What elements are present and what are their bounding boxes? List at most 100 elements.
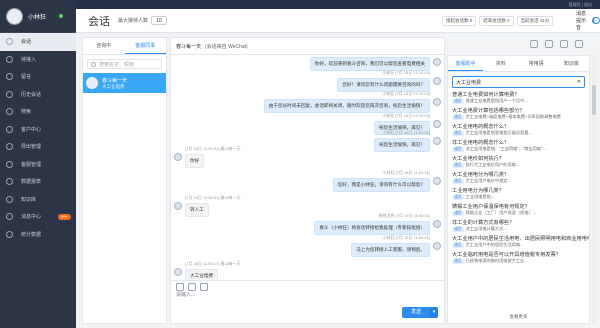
send-button[interactable]: 发送 xyxy=(402,307,430,318)
knowledge-item[interactable]: 大工业用电的概念什么？ 通用 大工业用电是指受电变压器总容量... xyxy=(452,123,585,136)
user-name: 小林狂 xyxy=(28,14,47,21)
message-meta: [7月 18日 11:55:17] 春斗每一天 xyxy=(185,261,241,266)
knowledge-item[interactable]: 普通工业电费如何计算电费？ 通用 普通工业电费是指用户一个月中... xyxy=(452,91,585,104)
contact-item[interactable]: 春斗每一天 大工业电费 xyxy=(83,73,166,93)
message-input[interactable]: 请输入... xyxy=(176,291,195,298)
send-options-chevron-icon[interactable]: ▾ xyxy=(430,307,438,318)
flag-icon[interactable] xyxy=(560,40,568,48)
message-bubble: 春斗（小林狂）将会话转接给我处理（专家技能组） xyxy=(314,221,430,235)
message-meta: 小林狂 [7月 18日 21:10:04] xyxy=(382,91,430,96)
knowledge-question: 大工业电价如何执行？ xyxy=(452,156,504,162)
message-meta: 小林狂 [7月 18日 11:54:31] xyxy=(382,130,430,135)
message-meta: 小林狂 [7月 18日 21:10:04] xyxy=(382,70,430,75)
knowledge-item[interactable]: 大工业用户中的居民生活用电、出居民照明用电和商业用电电价如何计算？通用大工业用户… xyxy=(452,235,589,248)
view-more-link[interactable]: 查看更多 xyxy=(448,314,589,320)
sidebar-item-6[interactable]: 导出管理 xyxy=(0,138,76,156)
knowledge-answer-text: 非工业用电是指：“工业用电”、“商业用电”... xyxy=(465,146,546,151)
topbar-links[interactable]: 管理员 | 退出 xyxy=(569,2,592,7)
knowledge-answer: 通用 大工业电费=电度电费+基本电费+功率因数调整电费 xyxy=(452,114,585,120)
message-avatar xyxy=(433,242,441,250)
tab-in-consultation[interactable]: 咨询中 xyxy=(83,38,125,54)
tab-info[interactable]: 资料 xyxy=(483,56,518,71)
emoji-icon[interactable] xyxy=(176,283,184,291)
sidebar-item-10[interactable]: 消息中心 99+ xyxy=(0,208,76,226)
sidebar-item-3[interactable]: 历史会话 xyxy=(0,86,76,104)
chat-action-toolbar xyxy=(530,40,583,48)
knowledge-item[interactable]: 非工业用电的概念什么？ 通用 非工业用电是指：“工业用电”、“商业用电”... xyxy=(452,139,585,152)
sidebar: 小林狂 会话 待接入 留言 历史会话 搜索 客户中心 导出管理 客服管理 数据报表 知识库 消息中心… xyxy=(0,0,76,328)
message-meta: 系统消息 [7月 18日 11:54:31] xyxy=(378,213,430,218)
sidebar-item-9[interactable]: 知识库 xyxy=(0,191,76,209)
knowledge-answer: 通用 已经装电表的临时用电按大工业... xyxy=(452,258,585,264)
message-avatar xyxy=(433,77,441,85)
attachment-icon[interactable] xyxy=(200,283,208,291)
sidebar-item-label: 历史会话 xyxy=(21,91,42,98)
sidebar-item-5[interactable]: 客户中心 xyxy=(0,121,76,139)
notice-sound-toggle[interactable] xyxy=(592,17,600,24)
max-sessions-select[interactable]: 10 xyxy=(151,16,168,25)
chat-title: 春斗每一天 xyxy=(176,43,202,50)
knowledge-item[interactable]: 大工业用电分为哪几类？ 通用 大工业用户电价中规定... xyxy=(452,171,585,184)
transfer-icon[interactable] xyxy=(530,40,538,48)
sidebar-item-7[interactable]: 客服管理 xyxy=(0,156,76,174)
sidebar-item-label: 消息中心 xyxy=(21,214,42,221)
sidebar-item-4[interactable]: 搜索 xyxy=(0,103,76,121)
knowledge-item[interactable]: 工业用电分为哪几类？ 通用 工业用电是指... xyxy=(452,187,585,200)
knowledge-tag: 通用 xyxy=(452,243,464,248)
knowledge-answer: 通用 非工业用电计算方式... xyxy=(452,226,585,232)
message-meta: 小林狂 [7月 18日 21:10:04] xyxy=(382,113,430,118)
knowledge-item[interactable]: 大工业电价如何执行？ 通用 执行大工业电价用户的用电... xyxy=(452,155,585,168)
message: 小林狂 [7月 18日 11:54:31] 您好，我是小林狂，请问有什么可以帮您？ xyxy=(332,170,430,193)
knowledge-search[interactable]: 大工业电费 ✕ xyxy=(452,76,585,88)
knowledge-tag: 通用 xyxy=(452,115,464,120)
knowledge-item[interactable]: 非工业的计算方式有哪些？ 通用 非工业用电计算方式... xyxy=(452,219,585,232)
message: [7月 18日 11:55:17] 春斗每一天 大工业电费 xyxy=(185,261,241,280)
top-bar: 管理员 | 退出 xyxy=(76,0,600,9)
image-icon[interactable] xyxy=(188,283,196,291)
page-header: 会话 最大接待人数 10 接起会话数 0 结束会话数 0 当前会话 41分 消息… xyxy=(76,9,600,33)
knowledge-answer-text: 执行大工业电价用户的用电... xyxy=(465,162,520,167)
stat-received: 接起会话数 0 xyxy=(442,15,477,26)
sidebar-item-11[interactable]: 统计数据 xyxy=(0,226,76,244)
user-profile[interactable]: 小林狂 xyxy=(0,0,76,33)
close-session-icon[interactable] xyxy=(575,40,583,48)
sidebar-item-label: 会话 xyxy=(21,39,32,46)
tab-knowledge[interactable]: 知识库 xyxy=(554,56,589,71)
knowledge-question: 非工业的计算方式有哪些？ xyxy=(452,220,515,226)
knowledge-item[interactable]: 大工业电费计算包括哪些部分？ 通用 大工业电费=电度电费+基本电费+功率因数调整电费 xyxy=(452,107,585,120)
message-meta: [7月 18日 11:54:31] 春斗每一天 xyxy=(185,195,241,200)
sidebar-item-2[interactable]: 留言 xyxy=(0,68,76,86)
knowledge-answer-text: 大工业电费=电度电费+基本电费+功率因数调整电费 xyxy=(465,114,561,119)
message-bubble: 你好，欢迎来到春斗咨询，我们可以帮您查看电费相关 xyxy=(309,57,430,71)
scrollbar-thumb[interactable] xyxy=(592,85,596,115)
knowledge-search-input[interactable]: 大工业电费 xyxy=(456,79,481,86)
unread-badge: 99+ xyxy=(58,213,71,220)
knowledge-tag: 通用 xyxy=(452,147,464,152)
session-stats: 接起会话数 0 结束会话数 0 当前会话 41分 xyxy=(442,15,554,26)
sidebar-item-1[interactable]: 待接入 xyxy=(0,51,76,69)
message-list[interactable]: 你好，欢迎来到春斗咨询，我们可以帮您查看电费相关 小林狂 [7月 18日 21:1… xyxy=(171,55,444,280)
knowledge-answer: 通用 非工业用电是指：“工业用电”、“商业用电”... xyxy=(452,146,585,152)
knowledge-item[interactable]: 大工业临时用电是否可以开具增值税专用发票？ 通用 已经装电表的临时用电按大工业... xyxy=(452,251,585,264)
contact-search-input[interactable]: 搜索名字、昵称 xyxy=(99,61,134,68)
bell-icon xyxy=(6,213,13,221)
tab-colleagues[interactable]: 客服同事 xyxy=(124,38,166,54)
knowledge-answer-text: 已经装电表的临时用电按大工业... xyxy=(465,258,528,263)
sidebar-item-label: 客服管理 xyxy=(21,161,42,168)
chat-toolbar xyxy=(171,280,444,291)
contact-search[interactable]: 搜索名字、昵称 xyxy=(87,59,162,69)
close-icon[interactable]: ✕ xyxy=(577,79,581,85)
screen-icon[interactable] xyxy=(545,40,553,48)
message-bubble: 祝您生活愉快，再见！ xyxy=(374,138,430,152)
sidebar-item-label: 统计数据 xyxy=(21,231,42,238)
message-meta: [7月 18日 11:54:31] 春斗每一天 xyxy=(185,146,241,151)
online-status-icon xyxy=(59,14,64,18)
tab-assistant[interactable]: 客服助手 xyxy=(448,56,484,71)
tab-phrases[interactable]: 常用语 xyxy=(519,56,554,71)
scrollbar[interactable] xyxy=(592,55,596,324)
sidebar-item-0[interactable]: 会话 xyxy=(0,33,76,51)
knowledge-item[interactable]: 铸锻工业用户保温保电有何规定？ 通用 铸锻企业（工厂）用户保温（保电）... xyxy=(452,203,585,216)
chat-panel: 春斗每一天 (会话来自 WeChat) 你好，欢迎来到春斗咨询，我们可以帮您查看… xyxy=(170,37,445,324)
chat-header: 春斗每一天 (会话来自 WeChat) xyxy=(171,38,444,55)
sidebar-item-8[interactable]: 数据报表 xyxy=(0,173,76,191)
